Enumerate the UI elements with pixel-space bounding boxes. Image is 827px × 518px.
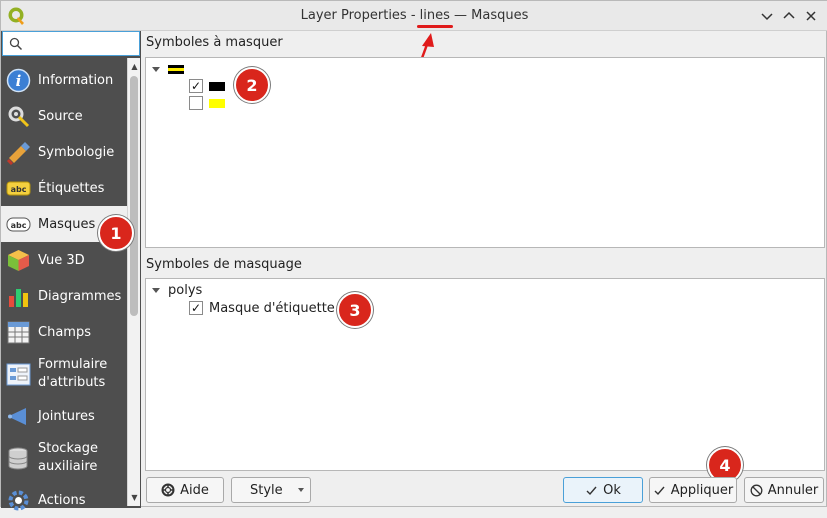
window-title: Layer Properties - lines — Masques [1, 8, 827, 28]
sidebar-item-label: Source [38, 108, 83, 124]
sidebar-item-source[interactable]: Source [1, 98, 127, 134]
search-icon [9, 37, 23, 51]
sidebar-item-labels[interactable]: abc Étiquettes [1, 170, 127, 206]
title-bar: Layer Properties - lines — Masques [1, 1, 827, 31]
svg-text:abc: abc [11, 185, 27, 194]
expand-caret-icon[interactable] [152, 287, 160, 293]
sidebar-item-label: Actions [38, 492, 86, 508]
masking-symbol-row[interactable]: ✓ Masque d'étiquette [189, 299, 335, 317]
close-button[interactable] [802, 7, 820, 25]
sidebar-item-label: Symbologie [38, 144, 115, 160]
title-layer-name: lines [416, 8, 453, 28]
layer-properties-window: Layer Properties - lines — Masques i Inf… [0, 0, 827, 511]
masked-symbols-root-row[interactable] [152, 60, 184, 78]
sidebar-item-label: Stockage auxiliaire [38, 441, 98, 474]
masking-symbols-heading: Symboles de masquage [146, 257, 302, 272]
masked-symbol-row[interactable]: ✓ [189, 77, 225, 95]
diagram-icon [9, 289, 28, 307]
symbol-layer-checkbox[interactable] [189, 96, 203, 110]
style-dropdown-button[interactable]: Style [231, 477, 311, 503]
check-icon [653, 484, 666, 497]
symbol-color-swatch [209, 81, 225, 91]
actions-icon [8, 490, 29, 511]
callout-badge: 3 [337, 292, 373, 328]
info-icon: i [6, 68, 31, 93]
sidebar-item-label: Vue 3D [38, 252, 85, 268]
sidebar-item-joins[interactable]: Jointures [1, 398, 127, 434]
sidebar-item-auxiliary-storage[interactable]: Stockage auxiliaire [1, 434, 127, 482]
callout-badge: 2 [234, 67, 270, 103]
style-button-label: Style [250, 482, 283, 498]
storage-icon [8, 447, 28, 470]
scroll-up-arrow-icon[interactable]: ▲ [129, 61, 140, 72]
svg-text:i: i [16, 72, 22, 90]
apply-button-label: Appliquer [670, 482, 734, 498]
sidebar-item-diagrams[interactable]: Diagrammes [1, 278, 127, 314]
label-mask-label: Masque d'étiquette [209, 300, 335, 316]
sidebar-item-label: Jointures [38, 408, 95, 424]
labels-icon: abc [6, 181, 31, 196]
callout-badge: 1 [98, 215, 134, 251]
help-button[interactable]: Aide [146, 477, 224, 503]
symbol-layer-checkbox[interactable]: ✓ [189, 79, 203, 93]
masks-icon: abc [6, 217, 31, 232]
sidebar-item-fields[interactable]: Champs [1, 314, 127, 350]
sidebar-item-actions[interactable]: Actions [1, 482, 127, 518]
fields-icon [7, 321, 30, 344]
title-prefix: Layer Properties - [300, 8, 420, 23]
maximize-button[interactable] [780, 7, 798, 25]
line-symbol-preview [168, 64, 184, 74]
masking-root-row[interactable]: polys [152, 281, 202, 299]
sidebar-scrollbar[interactable]: ▲ ▼ [127, 58, 140, 506]
layer-name: polys [168, 282, 203, 298]
search-input[interactable] [2, 31, 140, 56]
lifebuoy-icon [161, 483, 175, 497]
scrollbar-thumb[interactable] [130, 76, 138, 316]
sidebar-item-label: Information [38, 72, 114, 88]
masked-symbol-row[interactable] [189, 94, 225, 112]
expand-caret-icon[interactable] [152, 66, 160, 72]
check-icon [585, 484, 598, 497]
dropdown-arrow-icon [298, 488, 304, 492]
label-mask-checkbox[interactable]: ✓ [189, 301, 203, 315]
masked-symbols-heading: Symboles à masquer [146, 35, 283, 50]
cancel-button-label: Annuler [767, 482, 819, 498]
sidebar-item-attribute-form[interactable]: Formulaire d'attributs [1, 350, 127, 398]
ok-button-label: Ok [603, 482, 621, 498]
chevron-down-icon [761, 13, 773, 21]
chevron-up-icon [783, 11, 795, 19]
cancel-circle-icon [750, 484, 763, 497]
sidebar-item-information[interactable]: i Information [1, 62, 127, 98]
source-icon [8, 106, 30, 128]
minimize-button[interactable] [758, 7, 776, 25]
sidebar-item-label: Formulaire d'attributs [38, 357, 108, 390]
masking-symbols-tree[interactable]: polys ✓ Masque d'étiquette [145, 278, 825, 471]
joins-icon [8, 408, 26, 425]
help-button-label: Aide [180, 482, 209, 498]
apply-button[interactable]: Appliquer [649, 477, 737, 503]
svg-text:abc: abc [11, 221, 27, 230]
sidebar-item-label: Champs [38, 324, 91, 340]
close-icon [806, 11, 816, 21]
cancel-button[interactable]: Annuler [744, 477, 824, 503]
scroll-down-arrow-icon[interactable]: ▼ [129, 492, 140, 503]
sidebar-item-symbology[interactable]: Symbologie [1, 134, 127, 170]
symbol-color-swatch [209, 98, 225, 108]
sidebar-item-label: Diagrammes [38, 288, 122, 304]
ok-button[interactable]: Ok [563, 477, 643, 503]
sidebar-item-label: Étiquettes [38, 180, 105, 196]
cube-3d-icon [8, 250, 29, 271]
sidebar-item-label: Masques [38, 216, 96, 232]
title-suffix: — Masques [449, 8, 529, 23]
highlight-underline [416, 25, 453, 28]
sidebar-nav: i Information Source Symbologie abc Étiq… [1, 62, 127, 518]
symbology-icon [6, 142, 30, 165]
form-icon [6, 363, 31, 386]
